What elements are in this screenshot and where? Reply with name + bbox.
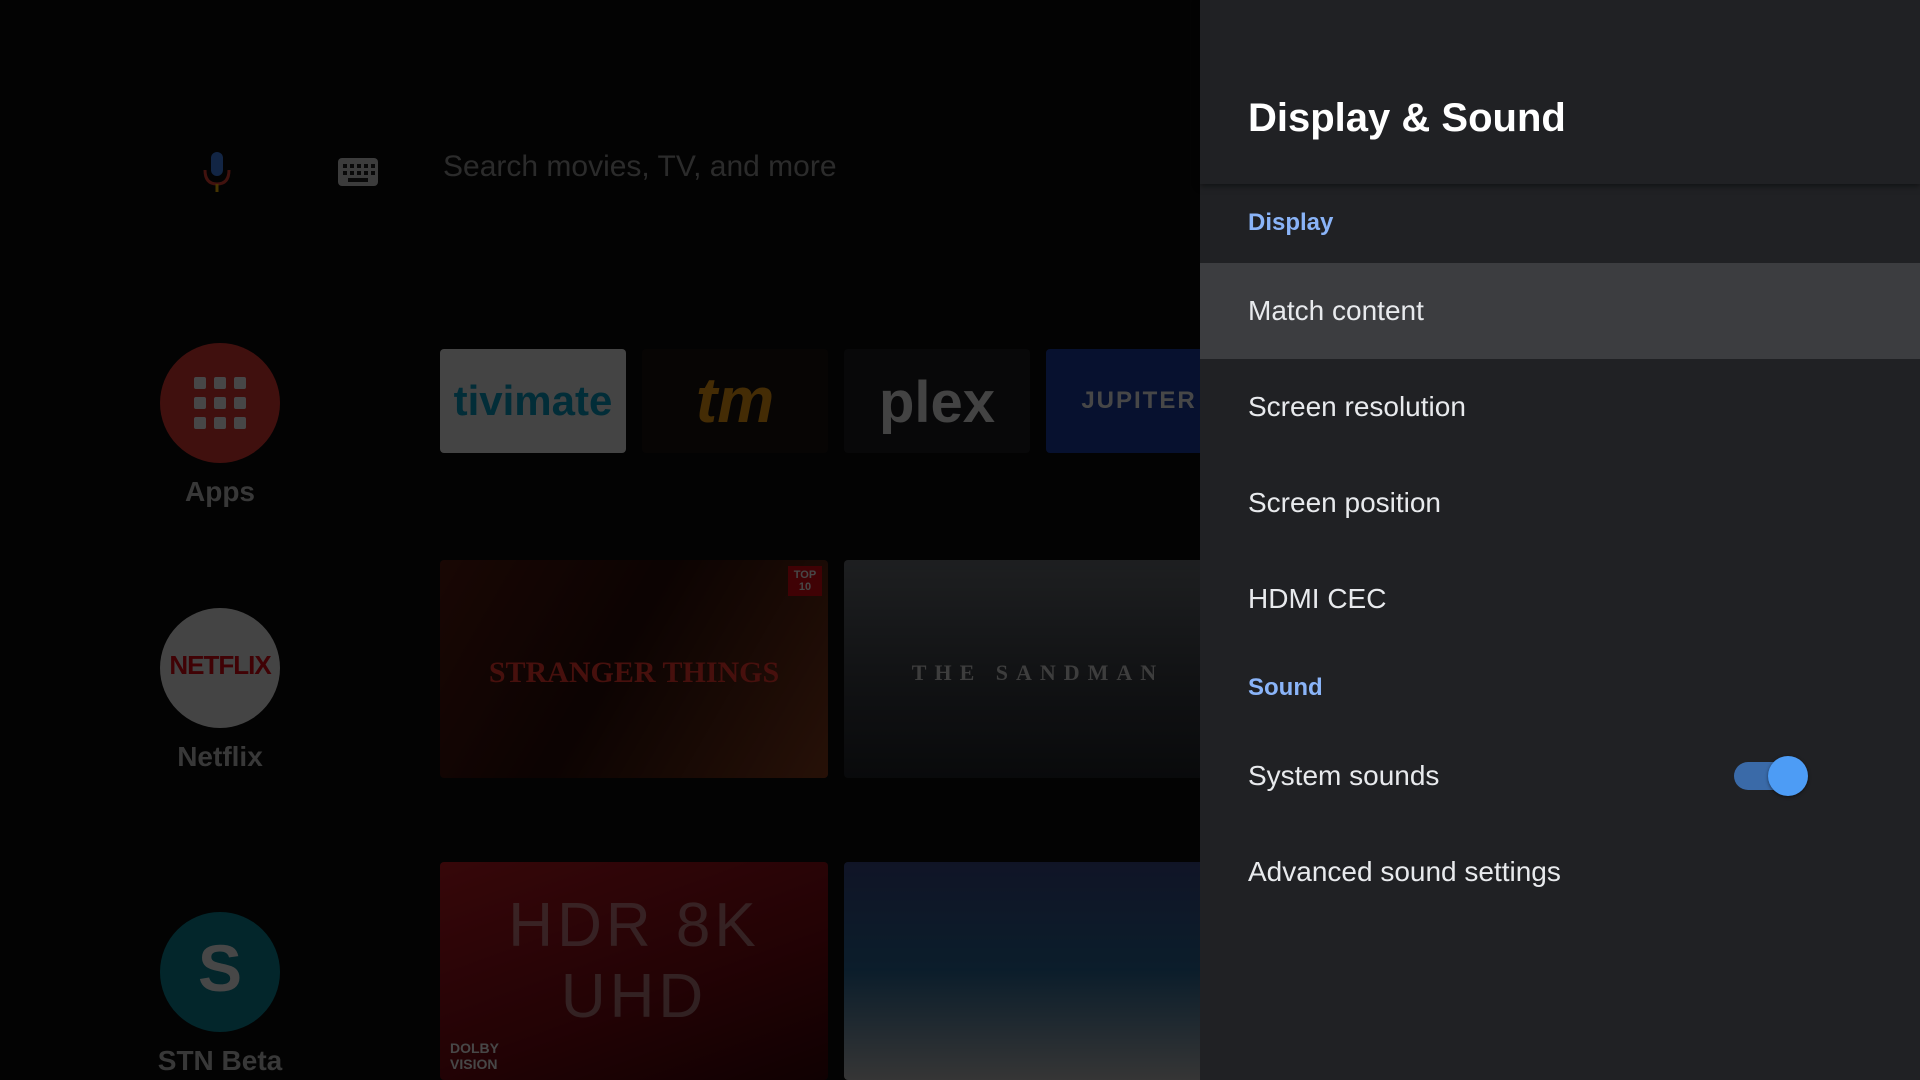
toggle-thumb — [1768, 756, 1808, 796]
netflix-label: Netflix — [177, 741, 263, 772]
apps-grid-icon — [194, 377, 246, 429]
hdr-8k-tile[interactable]: HDR 8K UHD DOLBY VISION — [440, 862, 828, 1080]
video-tile[interactable] — [844, 862, 1200, 1080]
netflix-logo: NETFLIX — [169, 650, 271, 680]
tivimate-tile[interactable]: tivimate — [440, 349, 626, 453]
stn-beta-app[interactable]: S — [160, 912, 280, 1032]
tm-tile[interactable]: tm — [642, 349, 828, 453]
display-sound-panel: Display & Sound Display Match content Sc… — [1200, 0, 1920, 1080]
system-sounds-toggle[interactable] — [1734, 756, 1808, 796]
screen-resolution-item[interactable]: Screen resolution — [1200, 359, 1920, 455]
jupiter-logo: JUPITER — [1081, 387, 1197, 414]
dolby-vision-logo: DOLBY VISION — [450, 1040, 499, 1072]
jupiter-tile[interactable]: JUPITER — [1046, 349, 1200, 453]
hdmi-cec-item[interactable]: HDMI CEC — [1200, 551, 1920, 647]
screen-resolution-label: Screen resolution — [1248, 391, 1466, 422]
panel-title: Display & Sound — [1248, 96, 1566, 140]
microphone-icon[interactable] — [200, 152, 234, 192]
stn-logo: S — [197, 931, 243, 1005]
sandman-title: THE SANDMAN — [911, 660, 1165, 685]
hdmi-cec-label: HDMI CEC — [1248, 583, 1387, 614]
sandman-tile[interactable]: THE SANDMAN — [844, 560, 1200, 778]
keyboard-icon[interactable] — [338, 158, 378, 186]
home-screen: Search movies, TV, and more Apps NETFLIX… — [0, 0, 1200, 1080]
plex-logo: plex — [878, 370, 996, 435]
system-sounds-label: System sounds — [1248, 760, 1440, 791]
match-content-item[interactable]: Match content — [1200, 263, 1920, 359]
stn-beta-label: STN Beta — [157, 1045, 283, 1076]
search-input[interactable]: Search movies, TV, and more — [443, 150, 837, 184]
hdr-8k-title: HDR 8K UHD — [508, 891, 760, 1031]
section-sound: Sound — [1248, 674, 1323, 701]
apps-button[interactable] — [160, 343, 280, 463]
netflix-app[interactable]: NETFLIX — [160, 608, 280, 728]
top10-badge: TOP 10 — [788, 566, 822, 596]
match-content-label: Match content — [1248, 295, 1424, 326]
system-sounds-item[interactable]: System sounds — [1200, 728, 1920, 824]
screen-position-label: Screen position — [1248, 487, 1442, 518]
apps-label: Apps — [185, 476, 255, 507]
stranger-things-tile[interactable]: STRANGER THINGS TOP 10 — [440, 560, 828, 778]
stranger-things-title: STRANGER THINGS — [488, 656, 780, 689]
plex-tile[interactable]: plex — [844, 349, 1030, 453]
section-display: Display — [1248, 209, 1334, 236]
advanced-sound-settings-item[interactable]: Advanced sound settings — [1200, 824, 1920, 920]
advanced-sound-settings-label: Advanced sound settings — [1248, 856, 1561, 887]
tivimate-logo: tivimate — [453, 377, 613, 424]
tm-logo: tm — [695, 364, 775, 436]
panel-header: Display & Sound — [1200, 0, 1920, 184]
screen-position-item[interactable]: Screen position — [1200, 455, 1920, 551]
